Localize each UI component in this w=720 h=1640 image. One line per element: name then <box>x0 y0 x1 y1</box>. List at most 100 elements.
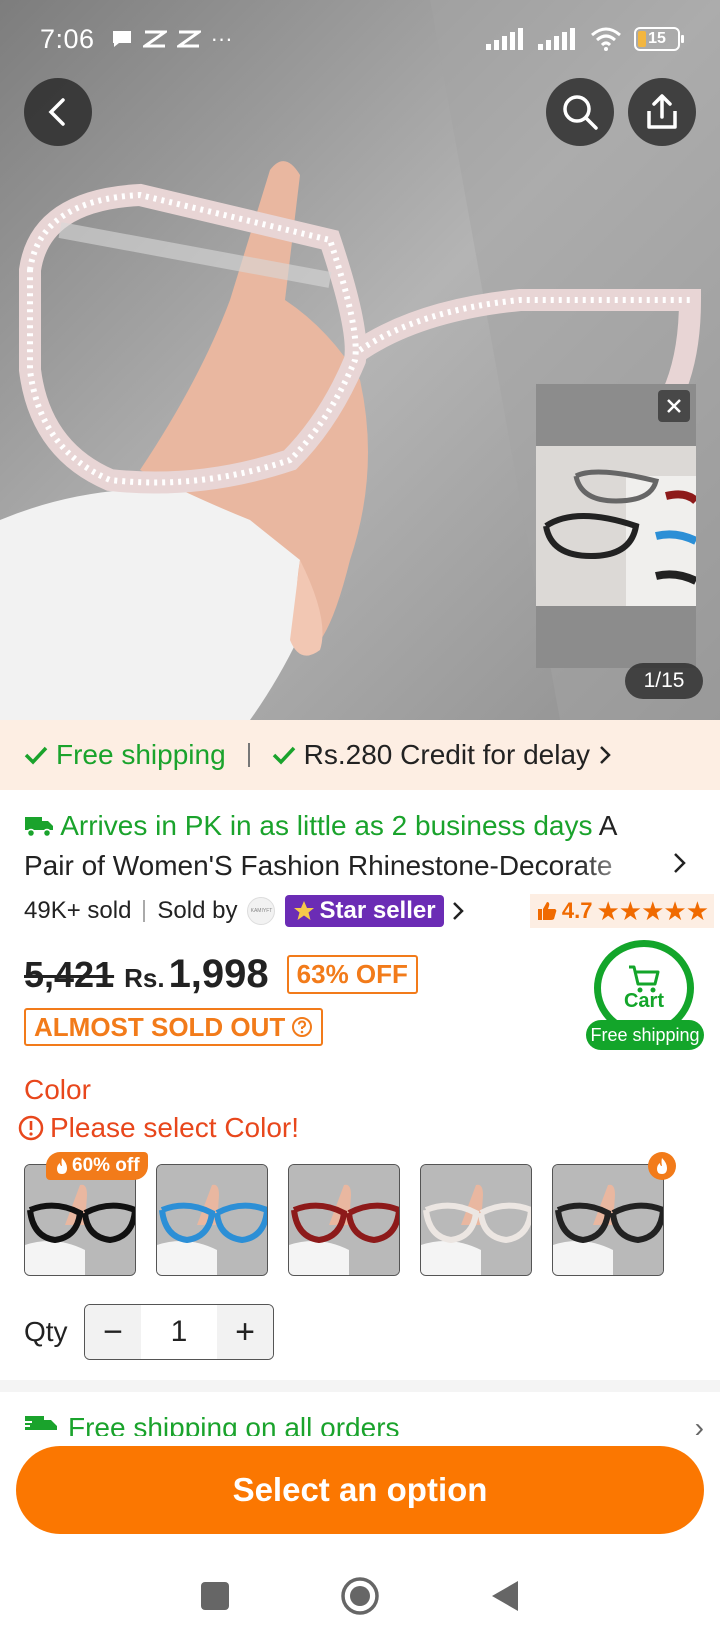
swatch-image <box>289 1165 399 1275</box>
fire-icon <box>657 1158 667 1174</box>
shipping-info-label: Free shipping on all orders <box>68 1412 400 1436</box>
shipping-banner[interactable]: Free shipping Rs.280 Credit for delay <box>0 720 720 790</box>
delivery-truck-icon <box>24 1416 57 1430</box>
status-time: 7:06 <box>40 23 95 54</box>
video-thumbnail <box>536 446 696 606</box>
quantity-stepper: − 1 + <box>84 1304 274 1360</box>
title-line-1: Arrives in PK in as little as 2 business… <box>24 806 684 846</box>
stock-status-label: ALMOST SOLD OUT <box>34 1011 286 1042</box>
alert-icon <box>18 1115 44 1141</box>
recent-apps-icon[interactable] <box>200 1581 230 1611</box>
check-icon <box>24 746 48 765</box>
rating-stars: ★★★★★ <box>596 895 709 926</box>
sold-by-label: Sold by <box>157 897 238 924</box>
battery-icon: 15 <box>634 27 684 51</box>
color-swatch-4[interactable] <box>420 1164 532 1276</box>
star-icon <box>294 901 315 920</box>
delay-credit-label: Rs.280 Credit for delay <box>303 739 591 770</box>
star-seller-badge[interactable]: Star seller <box>285 895 444 927</box>
price-row: 5,421 Rs. 1,998 63% OFF <box>24 952 418 998</box>
cart-label: Cart <box>623 989 664 1012</box>
discount-badge: 63% OFF <box>286 955 418 994</box>
app-notification-icon <box>142 30 167 48</box>
chevron-right-icon: › <box>694 1412 704 1436</box>
delivery-truck-icon <box>25 817 53 838</box>
sold-count: 49K+ sold <box>24 897 132 924</box>
color-swatch-5[interactable] <box>552 1164 664 1276</box>
product-title-start: A <box>598 810 618 841</box>
chevron-left-icon <box>48 98 65 126</box>
hot-badge <box>648 1152 676 1180</box>
floating-video-player[interactable] <box>536 384 696 668</box>
store-logo[interactable]: KAMIYFT <box>247 897 276 925</box>
chevron-right-icon[interactable] <box>450 899 466 923</box>
decrease-qty-button[interactable]: − <box>85 1305 141 1359</box>
seller-row: 49K+ sold Sold by KAMIYFT Star seller 4.… <box>24 893 714 929</box>
select-option-button[interactable]: Select an option <box>16 1446 704 1534</box>
delay-credit-tag: Rs.280 Credit for delay <box>272 739 612 771</box>
chevron-right-icon <box>600 746 611 764</box>
free-shipping-label: Free shipping <box>56 739 226 770</box>
increase-qty-button[interactable]: + <box>217 1305 273 1359</box>
close-icon <box>667 399 681 413</box>
video-frame <box>536 446 696 606</box>
system-nav-bar <box>0 1552 720 1640</box>
qty-label: Qty <box>24 1316 68 1347</box>
color-swatch-1[interactable] <box>24 1164 136 1276</box>
swatch-image <box>25 1165 135 1275</box>
swatch-image <box>553 1165 663 1275</box>
chevron-right-icon[interactable] <box>672 850 688 876</box>
rating-value: 4.7 <box>561 898 593 923</box>
back-nav-icon[interactable] <box>490 1580 520 1612</box>
arrival-estimate: Arrives in PK in as little as 2 business… <box>60 810 593 841</box>
home-icon[interactable] <box>340 1576 380 1616</box>
back-button[interactable] <box>24 78 92 146</box>
color-swatches <box>24 1164 664 1276</box>
rating-summary[interactable]: 4.7 ★★★★★ <box>529 894 714 928</box>
star-seller-label: Star seller <box>319 897 436 924</box>
notification-icons: ··· <box>111 26 233 52</box>
close-video-button[interactable] <box>658 390 690 422</box>
product-title: Pair of Women'S Fashion Rhinestone-Decor… <box>24 846 664 897</box>
free-shipping-tag: Free shipping <box>24 739 226 771</box>
product-title-text: Pair of Women'S Fashion Rhinestone-Decor… <box>24 850 613 881</box>
share-button[interactable] <box>628 78 696 146</box>
stock-status-badge[interactable]: ALMOST SOLD OUT <box>24 1008 324 1046</box>
app-notification-icon-2 <box>176 30 201 48</box>
product-image-gallery[interactable]: 7:06 ··· 15 1/15 <box>0 0 720 720</box>
swatch-discount-badge: 60% off <box>46 1152 148 1180</box>
divider <box>247 743 250 767</box>
swatch-discount-label: 60% off <box>72 1155 140 1176</box>
swatch-image <box>157 1165 267 1275</box>
chat-bubble-icon <box>112 31 131 47</box>
qty-value[interactable]: 1 <box>141 1305 217 1359</box>
wifi-icon <box>591 27 621 51</box>
search-icon <box>563 95 598 130</box>
color-warning-text: Please select Color! <box>50 1112 300 1143</box>
status-bar: 7:06 ··· 15 <box>0 0 720 78</box>
sale-price: 1,998 <box>168 952 269 996</box>
section-divider <box>0 1380 720 1392</box>
color-swatch-2[interactable] <box>156 1164 268 1276</box>
cart-free-shipping: Free shipping <box>586 1020 704 1050</box>
fire-icon <box>57 1158 67 1174</box>
check-icon <box>272 746 295 765</box>
signal-icon-2 <box>538 28 575 50</box>
thumbs-up-icon <box>537 902 557 920</box>
original-price: 5,421 <box>24 954 115 995</box>
share-icon <box>647 94 677 129</box>
cart-button[interactable]: Cart Free shipping <box>586 940 704 1050</box>
search-button[interactable] <box>546 78 614 146</box>
swatch-image <box>421 1165 531 1275</box>
signal-icon <box>486 28 523 50</box>
more-notifications-icon: ··· <box>210 26 233 51</box>
shipping-info-row[interactable]: Free shipping on all orders › <box>24 1412 704 1436</box>
color-swatch-3[interactable] <box>288 1164 400 1276</box>
color-label: Color <box>24 1074 91 1105</box>
image-counter: 1/15 <box>625 663 703 699</box>
help-icon <box>292 1017 313 1037</box>
color-warning: Please select Color! <box>18 1112 299 1144</box>
divider <box>143 900 146 922</box>
product-title-block[interactable]: Arrives in PK in as little as 2 business… <box>24 806 684 897</box>
currency-symbol: Rs. <box>124 963 165 993</box>
